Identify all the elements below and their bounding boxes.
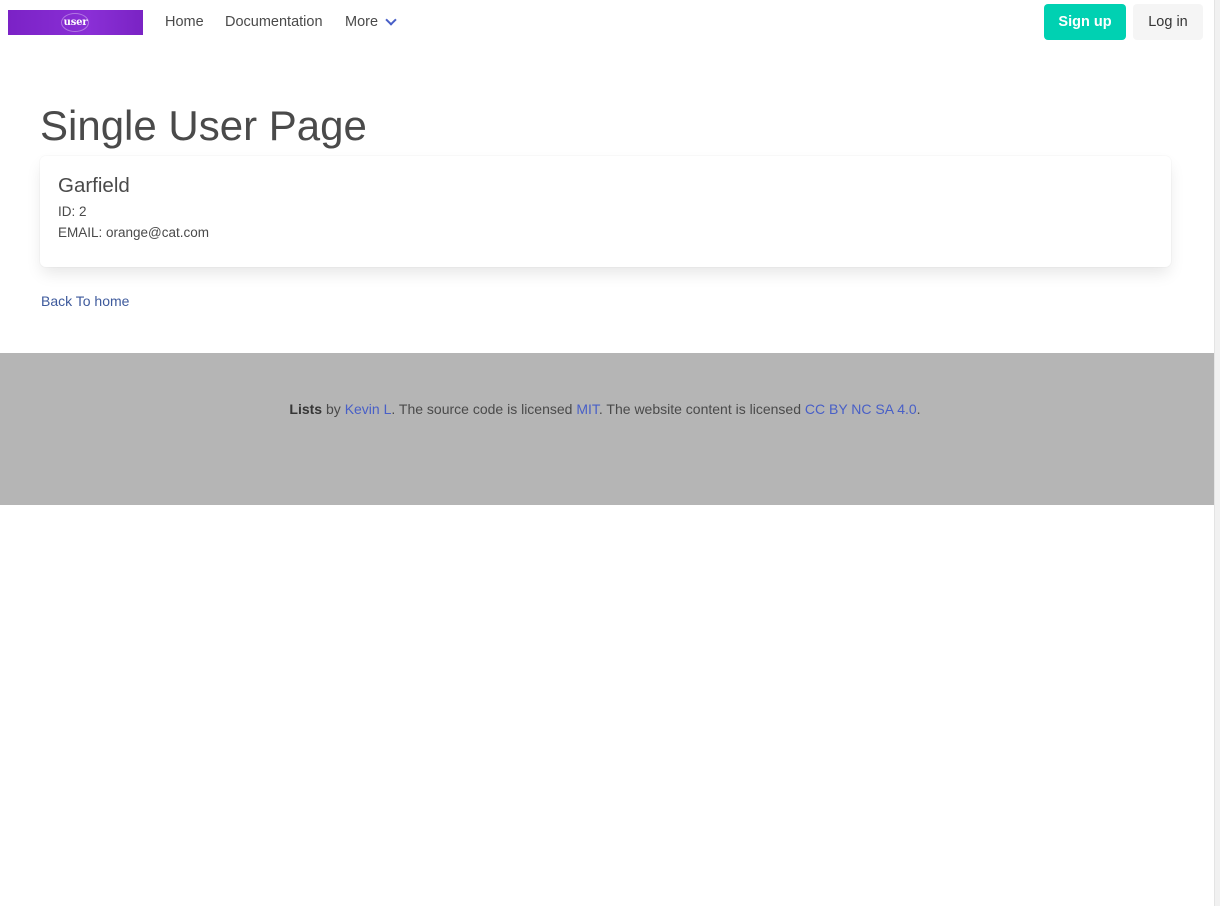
footer-cc-link[interactable]: CC BY NC SA 4.0 xyxy=(805,401,917,417)
user-id-label: ID: xyxy=(58,204,80,219)
nav-more-label: More xyxy=(345,14,379,30)
user-card: Garfield ID: 2 EMAIL: orange@cat.com xyxy=(40,156,1171,267)
footer-text-2: . The website content is licensed xyxy=(598,401,805,417)
user-id-value: 2 xyxy=(79,204,87,219)
user-email-value: orange@cat.com xyxy=(106,225,210,240)
footer-text-1: . The source code is licensed xyxy=(391,401,577,417)
nav-documentation-link[interactable]: Documentation xyxy=(225,13,323,31)
chevron-down-icon xyxy=(385,14,397,26)
footer-text: Lists by Kevin L. The source code is lic… xyxy=(0,400,1210,418)
footer-by: by xyxy=(322,401,345,417)
user-id: ID: 2 xyxy=(58,201,1153,222)
back-to-home-link[interactable]: Back To home xyxy=(41,292,129,310)
logo-ring-icon xyxy=(61,13,89,32)
footer-author-link[interactable]: Kevin L xyxy=(345,401,392,417)
log-in-button[interactable]: Log in xyxy=(1133,4,1203,40)
footer-text-3: . xyxy=(916,401,921,417)
sign-up-button[interactable]: Sign up xyxy=(1044,4,1126,40)
nav-more-dropdown[interactable]: More xyxy=(345,13,397,31)
footer: Lists by Kevin L. The source code is lic… xyxy=(0,353,1214,505)
navbar: user Home Documentation More Sign up Log… xyxy=(0,0,1214,44)
user-name: Garfield xyxy=(58,174,130,197)
site-logo[interactable]: user xyxy=(8,10,143,35)
page: user Home Documentation More Sign up Log… xyxy=(0,0,1220,906)
footer-brand: Lists xyxy=(289,401,323,417)
footer-mit-link[interactable]: MIT xyxy=(576,401,599,417)
user-email: EMAIL: orange@cat.com xyxy=(58,222,1153,243)
page-title: Single User Page xyxy=(40,102,367,149)
scrollbar[interactable] xyxy=(1214,0,1220,906)
user-email-label: EMAIL: xyxy=(58,225,107,240)
nav-home-link[interactable]: Home xyxy=(165,13,204,31)
